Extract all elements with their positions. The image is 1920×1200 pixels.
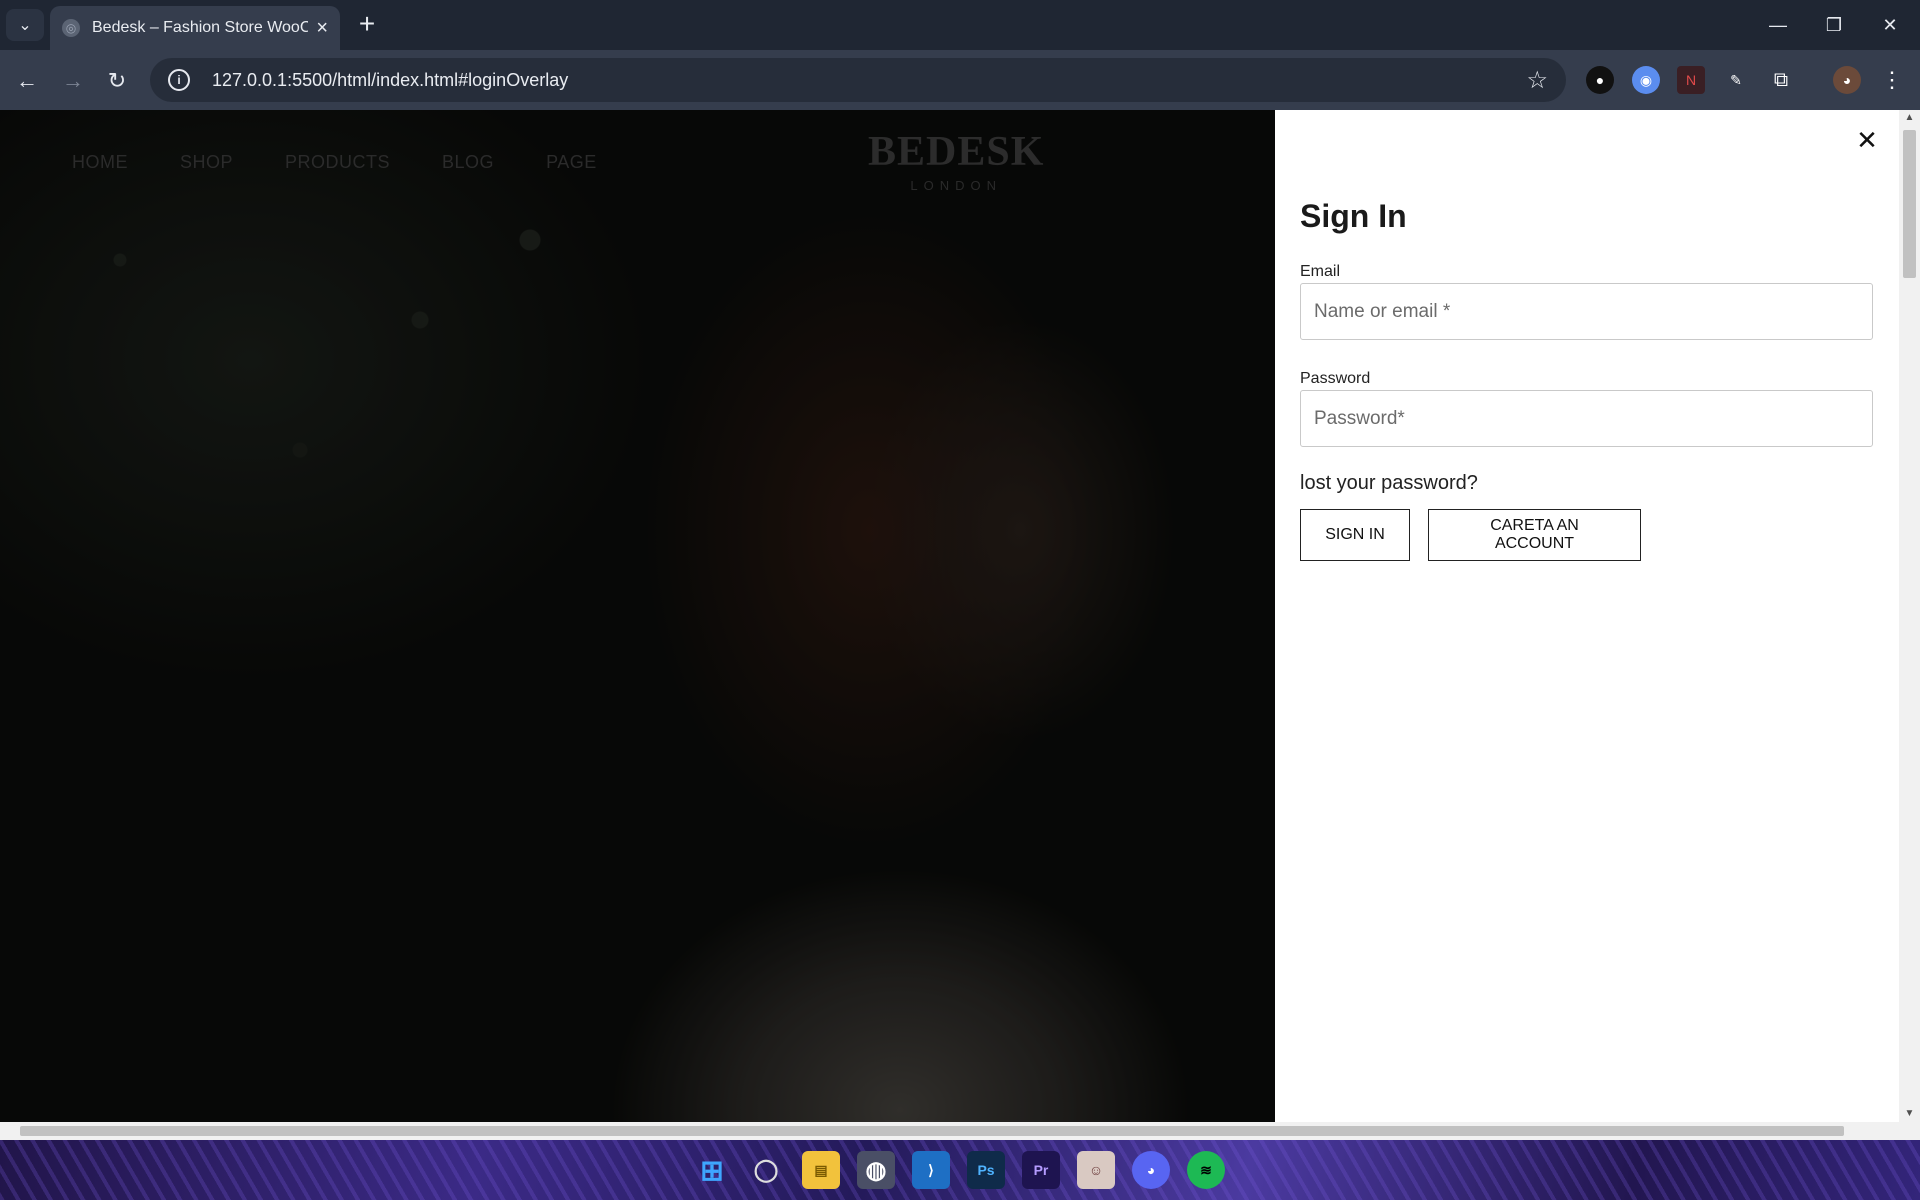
browser-tab[interactable]: ◎ Bedesk – Fashion Store WooCommerce The… — [50, 6, 340, 50]
password-label: Password — [1300, 370, 1371, 387]
password-field[interactable] — [1300, 390, 1873, 447]
new-tab-plus-icon[interactable]: + — [352, 10, 382, 40]
login-panel: ✕ Sign In Email Password lost your passw… — [1275, 110, 1899, 1122]
horizontal-scroll-thumb[interactable] — [20, 1126, 1844, 1136]
nav-shop[interactable]: SHOP — [180, 152, 233, 173]
site-navigation: HOME SHOP PRODUCTS BLOG PAGE — [72, 152, 597, 173]
nav-home[interactable]: HOME — [72, 152, 128, 173]
email-label: Email — [1300, 263, 1341, 280]
file-explorer-icon[interactable]: ▤ — [802, 1151, 840, 1189]
discord-icon[interactable]: ◕ — [1132, 1151, 1170, 1189]
hero-background: HOME SHOP PRODUCTS BLOG PAGE BEDESK LOND… — [0, 110, 1275, 1122]
taskbar: ⊞ ◯ ▤ ◍ ⟩ Ps Pr ☺ ◕ ≋ — [0, 1140, 1920, 1200]
extensions-puzzle-icon[interactable]: ⧉ — [1767, 66, 1795, 94]
nav-products[interactable]: PRODUCTS — [285, 152, 390, 173]
chrome-icon[interactable]: ◍ — [857, 1151, 895, 1189]
vscode-icon[interactable]: ⟩ — [912, 1151, 950, 1189]
scroll-down-icon[interactable]: ▼ — [1899, 1106, 1920, 1122]
spotify-icon[interactable]: ≋ — [1187, 1151, 1225, 1189]
minimize-icon[interactable]: — — [1750, 0, 1806, 50]
extension-icon-2[interactable]: ◉ — [1632, 66, 1660, 94]
windows-start-icon[interactable]: ⊞ — [693, 1151, 731, 1189]
browser-toolbar: ← → ↻ i 127.0.0.1:5500/html/index.html#l… — [0, 50, 1920, 110]
overlay-shade[interactable] — [0, 110, 1275, 1122]
extension-icon-3[interactable]: N — [1677, 66, 1705, 94]
forward-arrow-icon[interactable]: → — [56, 64, 90, 98]
nav-blog[interactable]: BLOG — [442, 152, 494, 173]
site-logo[interactable]: BEDESK LONDON — [868, 128, 1044, 193]
search-icon[interactable]: ◯ — [747, 1151, 785, 1189]
brand-subtitle: LONDON — [910, 178, 1003, 193]
url-text[interactable]: 127.0.0.1:5500/html/index.html#loginOver… — [212, 70, 1526, 91]
vertical-scroll-thumb[interactable] — [1903, 130, 1916, 278]
restore-icon[interactable]: ❐ — [1806, 0, 1862, 50]
window-close-icon[interactable]: ✕ — [1862, 0, 1918, 50]
taskbar-wallpaper — [0, 1140, 1920, 1200]
sign-in-button[interactable]: SIGN IN — [1300, 509, 1410, 561]
app-icon[interactable]: ☺ — [1077, 1151, 1115, 1189]
bookmark-star-icon[interactable]: ☆ — [1526, 66, 1548, 95]
page-viewport: HOME SHOP PRODUCTS BLOG PAGE BEDESK LOND… — [0, 110, 1920, 1122]
browser-menu-icon[interactable]: ⋮ — [1878, 66, 1906, 94]
vertical-scrollbar[interactable]: ▲ ▼ — [1899, 110, 1920, 1122]
email-field[interactable] — [1300, 283, 1873, 340]
nav-page[interactable]: PAGE — [546, 152, 597, 173]
site-info-icon[interactable]: i — [168, 69, 190, 91]
profile-avatar[interactable]: ◕ — [1833, 66, 1861, 94]
reload-icon[interactable]: ↻ — [100, 64, 134, 98]
scroll-up-icon[interactable]: ▲ — [1899, 110, 1920, 126]
tab-close-icon[interactable]: × — [316, 17, 328, 40]
login-title: Sign In — [1300, 198, 1407, 234]
extension-icon-1[interactable]: ● — [1586, 66, 1614, 94]
create-account-button[interactable]: CARETA AN ACCOUNT — [1428, 509, 1641, 561]
globe-icon: ◎ — [62, 19, 80, 37]
brand-name: BEDESK — [868, 129, 1045, 175]
tab-title: Bedesk – Fashion Store WooCommerce Theme — [92, 19, 309, 36]
eyedropper-icon[interactable]: ✎ — [1722, 66, 1750, 94]
tab-search-chevron-icon[interactable]: ⌄ — [6, 9, 44, 41]
close-icon[interactable]: ✕ — [1853, 126, 1881, 154]
address-bar[interactable]: i 127.0.0.1:5500/html/index.html#loginOv… — [150, 58, 1566, 102]
photoshop-icon[interactable]: Ps — [967, 1151, 1005, 1189]
premiere-pro-icon[interactable]: Pr — [1022, 1151, 1060, 1189]
tab-strip: ⌄ ◎ Bedesk – Fashion Store WooCommerce T… — [0, 0, 1920, 50]
lost-password-link[interactable]: lost your password? — [1300, 472, 1478, 495]
horizontal-scrollbar[interactable] — [0, 1122, 1920, 1140]
back-arrow-icon[interactable]: ← — [10, 64, 44, 98]
